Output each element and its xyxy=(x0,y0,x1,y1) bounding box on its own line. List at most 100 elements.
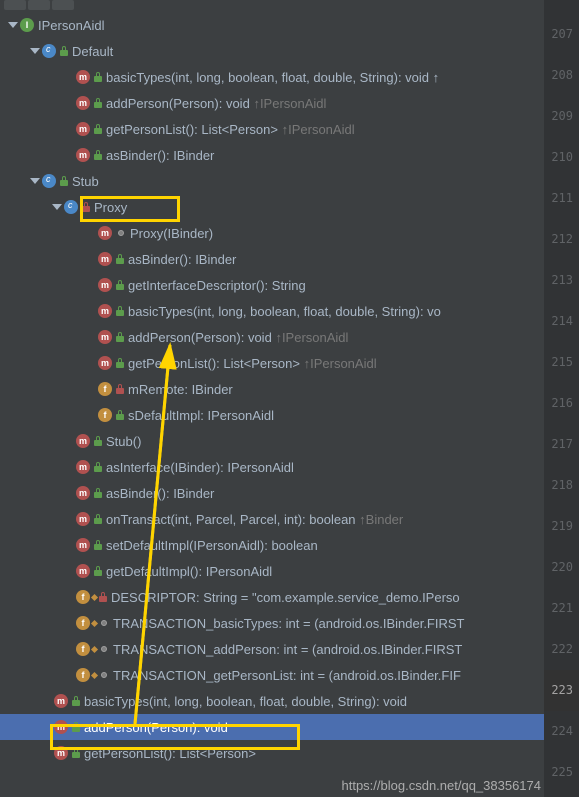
class-icon xyxy=(42,44,56,58)
tree-node-method[interactable]: m getDefaultImpl(): IPersonAidl xyxy=(0,558,544,584)
method-icon: m xyxy=(98,330,112,344)
lock-icon xyxy=(94,98,102,108)
tree-node-field[interactable]: f DESCRIPTOR: String = "com.example.serv… xyxy=(0,584,544,610)
method-icon: m xyxy=(54,720,68,734)
tree-node-field[interactable]: f TRANSACTION_addPerson: int = (android.… xyxy=(0,636,544,662)
method-sig: asInterface(IBinder): IPersonAidl xyxy=(106,460,294,475)
expand-icon[interactable] xyxy=(28,45,40,57)
tree-node-method[interactable]: m basicTypes(int, long, boolean, float, … xyxy=(0,688,544,714)
method-sig: getPersonList(): List<Person> xyxy=(84,746,256,761)
class-icon xyxy=(42,174,56,188)
class-icon xyxy=(64,200,78,214)
field-sig: TRANSACTION_getPersonList: int = (androi… xyxy=(113,668,461,683)
tree-node-method[interactable]: m asBinder(): IBinder xyxy=(0,246,544,272)
field-sig: TRANSACTION_basicTypes: int = (android.o… xyxy=(113,616,465,631)
tree-node-interface[interactable]: I IPersonAidl xyxy=(0,12,544,38)
static-icon xyxy=(91,645,98,652)
tree-node-method[interactable]: m addPerson(Person): void ↑IPersonAidl xyxy=(0,90,544,116)
node-label: Stub xyxy=(72,174,99,189)
method-sig: getPersonList(): List<Person> ↑IPersonAi… xyxy=(128,356,377,371)
method-icon: m xyxy=(54,746,68,760)
method-icon: m xyxy=(54,694,68,708)
field-icon: f xyxy=(76,590,90,604)
tree-node-field[interactable]: f sDefaultImpl: IPersonAidl xyxy=(0,402,544,428)
tree-node-method[interactable]: m getPersonList(): List<Person> xyxy=(0,740,544,766)
method-icon: m xyxy=(76,122,90,136)
lock-icon xyxy=(72,748,80,758)
node-label: IPersonAidl xyxy=(38,18,104,33)
field-sig: sDefaultImpl: IPersonAidl xyxy=(128,408,274,423)
tree-node-method[interactable]: m Stub() xyxy=(0,428,544,454)
expand-icon[interactable] xyxy=(28,175,40,187)
lock-icon xyxy=(94,540,102,550)
tb-button[interactable] xyxy=(52,0,74,10)
lock-icon xyxy=(99,592,107,602)
tree-node-method[interactable]: m basicTypes(int, long, boolean, float, … xyxy=(0,298,544,324)
method-sig: Stub() xyxy=(106,434,141,449)
tree-node-class-proxy[interactable]: Proxy xyxy=(0,194,544,220)
method-sig: getDefaultImpl(): IPersonAidl xyxy=(106,564,272,579)
method-sig: basicTypes(int, long, boolean, float, do… xyxy=(106,70,439,85)
method-icon: m xyxy=(76,538,90,552)
structure-tree[interactable]: I IPersonAidl Default m basicTypes(int, … xyxy=(0,0,544,797)
tree-node-class-stub[interactable]: Stub xyxy=(0,168,544,194)
tree-node-method[interactable]: m basicTypes(int, long, boolean, float, … xyxy=(0,64,544,90)
static-icon xyxy=(91,671,98,678)
field-icon: f xyxy=(76,642,90,656)
field-icon: f xyxy=(98,382,112,396)
method-icon: m xyxy=(76,148,90,162)
lock-icon xyxy=(94,124,102,134)
tree-node-method[interactable]: m getInterfaceDescriptor(): String xyxy=(0,272,544,298)
tree-node-method[interactable]: m Proxy(IBinder) xyxy=(0,220,544,246)
tree-node-method[interactable]: m asInterface(IBinder): IPersonAidl xyxy=(0,454,544,480)
method-icon: m xyxy=(76,486,90,500)
method-icon: m xyxy=(76,564,90,578)
expand-icon[interactable] xyxy=(6,19,18,31)
package-private-icon xyxy=(118,230,124,236)
method-sig: onTransact(int, Parcel, Parcel, int): bo… xyxy=(106,512,403,527)
tree-node-method[interactable]: m getPersonList(): List<Person> ↑IPerson… xyxy=(0,350,544,376)
field-icon: f xyxy=(76,668,90,682)
method-icon: m xyxy=(98,304,112,318)
method-sig: addPerson(Person): void xyxy=(84,720,228,735)
lock-icon xyxy=(60,46,68,56)
lock-icon xyxy=(94,150,102,160)
method-icon: m xyxy=(76,70,90,84)
method-icon: m xyxy=(76,460,90,474)
tree-node-method-selected[interactable]: m addPerson(Person): void xyxy=(0,714,544,740)
lock-icon xyxy=(60,176,68,186)
package-private-icon xyxy=(101,672,107,678)
lock-icon xyxy=(116,332,124,342)
tree-node-field[interactable]: f TRANSACTION_basicTypes: int = (android… xyxy=(0,610,544,636)
field-sig: DESCRIPTOR: String = "com.example.servic… xyxy=(111,590,460,605)
tree-node-method[interactable]: m onTransact(int, Parcel, Parcel, int): … xyxy=(0,506,544,532)
tree-node-method[interactable]: m addPerson(Person): void ↑IPersonAidl xyxy=(0,324,544,350)
tree-node-method[interactable]: m asBinder(): IBinder xyxy=(0,480,544,506)
method-sig: Proxy(IBinder) xyxy=(130,226,213,241)
package-private-icon xyxy=(101,646,107,652)
toolbar xyxy=(0,0,544,12)
expand-icon[interactable] xyxy=(50,201,62,213)
lock-icon xyxy=(94,72,102,82)
tree-node-method[interactable]: m getPersonList(): List<Person> ↑IPerson… xyxy=(0,116,544,142)
lock-icon xyxy=(94,436,102,446)
tree-node-field[interactable]: f mRemote: IBinder xyxy=(0,376,544,402)
tb-button[interactable] xyxy=(28,0,50,10)
lock-icon xyxy=(116,384,124,394)
interface-icon: I xyxy=(20,18,34,32)
tree-node-method[interactable]: m asBinder(): IBinder xyxy=(0,142,544,168)
line-gutter: 2072082092102112122132142152162172182192… xyxy=(544,0,579,797)
method-sig: addPerson(Person): void ↑IPersonAidl xyxy=(128,330,348,345)
lock-icon xyxy=(94,462,102,472)
tb-button[interactable] xyxy=(4,0,26,10)
field-sig: TRANSACTION_addPerson: int = (android.os… xyxy=(113,642,462,657)
method-sig: asBinder(): IBinder xyxy=(128,252,236,267)
tree-node-field[interactable]: f TRANSACTION_getPersonList: int = (andr… xyxy=(0,662,544,688)
tree-node-method[interactable]: m setDefaultImpl(IPersonAidl): boolean xyxy=(0,532,544,558)
tree-node-class-default[interactable]: Default xyxy=(0,38,544,64)
method-icon: m xyxy=(76,434,90,448)
lock-icon xyxy=(72,696,80,706)
node-label: Default xyxy=(72,44,113,59)
watermark: https://blog.csdn.net/qq_38356174 xyxy=(342,778,542,793)
lock-icon xyxy=(94,566,102,576)
